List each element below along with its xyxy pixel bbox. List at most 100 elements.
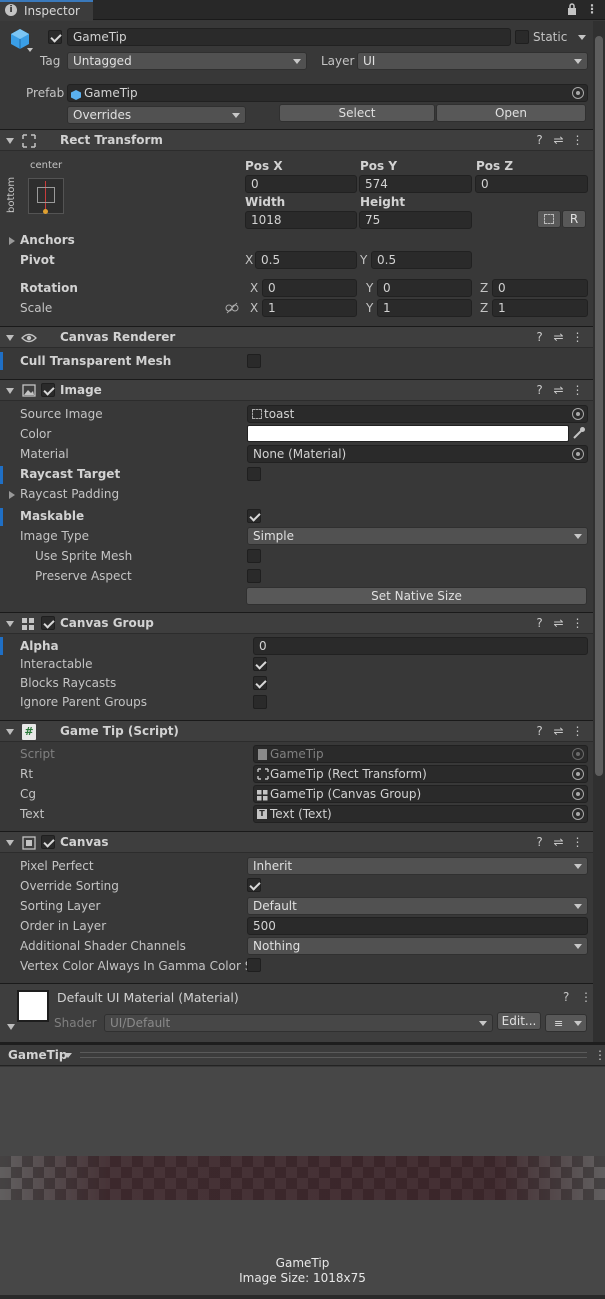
anchors-foldout-arrow[interactable] — [9, 237, 15, 245]
preserve-aspect-checkbox[interactable] — [247, 569, 261, 583]
foldout-arrow[interactable] — [6, 335, 14, 341]
material-target-icon[interactable] — [572, 448, 584, 460]
cg-target-icon[interactable] — [572, 788, 584, 800]
context-menu-icon[interactable]: ⋮ — [568, 330, 587, 344]
preset-icon[interactable]: ⇌ — [549, 330, 568, 344]
context-menu-icon[interactable]: ⋮ — [568, 616, 587, 630]
foldout-arrow[interactable] — [6, 729, 14, 735]
pos-x-field[interactable]: 0 — [245, 175, 357, 193]
foldout-arrow[interactable] — [6, 840, 14, 846]
static-dropdown-arrow[interactable] — [578, 35, 586, 40]
help-icon[interactable]: ? — [530, 330, 549, 344]
canvas-group-header[interactable]: Canvas Group ? ⇌ ⋮ — [0, 612, 593, 634]
maskable-checkbox[interactable] — [247, 509, 261, 523]
canvas-renderer-header[interactable]: Canvas Renderer ? ⇌ ⋮ — [0, 326, 593, 348]
context-menu-icon[interactable]: ⋮ — [568, 724, 587, 738]
material-foldout-arrow[interactable] — [7, 1024, 15, 1030]
canvas-header[interactable]: Canvas ? ⇌ ⋮ — [0, 831, 593, 853]
scale-y-field[interactable]: 1 — [377, 299, 472, 317]
active-checkbox[interactable] — [48, 30, 62, 44]
blocks-raycasts-checkbox[interactable] — [253, 676, 267, 690]
rt-field[interactable]: GameTip (Rect Transform) — [253, 765, 588, 783]
scale-z-field[interactable]: 1 — [492, 299, 588, 317]
select-button[interactable]: Select — [279, 104, 435, 122]
pivot-x-field[interactable]: 0.5 — [255, 251, 357, 269]
lock-icon[interactable] — [567, 3, 577, 15]
scale-x-field[interactable]: 1 — [262, 299, 357, 317]
overrides-dropdown[interactable]: Overrides — [67, 106, 246, 124]
chevron-down-icon[interactable] — [64, 1053, 72, 1058]
rotation-x-field[interactable]: 0 — [262, 279, 357, 297]
text-target-icon[interactable] — [572, 808, 584, 820]
material-field[interactable]: None (Material) — [247, 445, 588, 463]
constrain-proportions-icon[interactable] — [225, 302, 239, 314]
prefab-target-icon[interactable] — [572, 87, 584, 99]
context-menu-icon[interactable]: ⋮ — [580, 990, 592, 1004]
text-field[interactable]: T Text (Text) — [253, 805, 588, 823]
game-tip-header[interactable]: # Game Tip (Script) ? ⇌ ⋮ — [0, 720, 593, 742]
canvas-group-enabled-checkbox[interactable] — [41, 616, 55, 630]
open-button[interactable]: Open — [436, 104, 586, 122]
pos-z-field[interactable]: 0 — [475, 175, 588, 193]
pixel-perfect-dropdown[interactable]: Inherit — [247, 857, 588, 875]
blueprint-mode-button[interactable] — [537, 210, 561, 228]
anchors-label[interactable]: Anchors — [20, 233, 75, 247]
prefab-field[interactable]: GameTip — [67, 84, 588, 102]
foldout-arrow[interactable] — [6, 138, 14, 144]
tag-dropdown[interactable]: Untagged — [67, 52, 307, 70]
vertex-color-checkbox[interactable] — [247, 958, 261, 972]
context-menu-icon[interactable]: ⋮ — [568, 383, 587, 397]
height-field[interactable]: 75 — [359, 211, 472, 229]
edit-shader-button[interactable]: Edit... — [497, 1012, 541, 1030]
rt-target-icon[interactable] — [572, 768, 584, 780]
cull-transparent-checkbox[interactable] — [247, 354, 261, 368]
ignore-parent-groups-checkbox[interactable] — [253, 695, 267, 709]
foldout-arrow[interactable] — [6, 388, 14, 394]
scrollbar-thumb[interactable] — [595, 36, 603, 776]
anchor-presets-button[interactable] — [28, 178, 64, 214]
icon-dropdown-arrow[interactable] — [27, 48, 33, 52]
pivot-y-field[interactable]: 0.5 — [371, 251, 472, 269]
preview-menu-icon[interactable]: ⋮ — [594, 1048, 605, 1062]
alpha-field[interactable]: 0 — [253, 637, 588, 655]
width-field[interactable]: 1018 — [245, 211, 357, 229]
static-checkbox[interactable] — [515, 30, 529, 44]
color-swatch[interactable] — [247, 425, 569, 442]
help-icon[interactable]: ? — [563, 990, 569, 1004]
shader-options-button[interactable]: ≡ — [545, 1014, 587, 1032]
layer-dropdown[interactable]: UI — [357, 52, 588, 70]
preview-drag-handle[interactable] — [80, 1052, 587, 1058]
tab-menu-icon[interactable]: ⋮ — [586, 2, 598, 16]
tab-inspector[interactable]: i Inspector — [0, 0, 93, 21]
source-image-target-icon[interactable] — [572, 408, 584, 420]
raycast-padding-foldout-arrow[interactable] — [9, 491, 15, 499]
cg-field[interactable]: GameTip (Canvas Group) — [253, 785, 588, 803]
image-type-dropdown[interactable]: Simple — [247, 527, 588, 545]
preset-icon[interactable]: ⇌ — [549, 616, 568, 630]
context-menu-icon[interactable]: ⋮ — [568, 133, 587, 147]
help-icon[interactable]: ? — [530, 835, 549, 849]
order-in-layer-field[interactable]: 500 — [247, 917, 588, 935]
context-menu-icon[interactable]: ⋮ — [568, 835, 587, 849]
use-sprite-mesh-checkbox[interactable] — [247, 549, 261, 563]
interactable-checkbox[interactable] — [253, 657, 267, 671]
help-icon[interactable]: ? — [530, 383, 549, 397]
pos-y-field[interactable]: 574 — [359, 175, 472, 193]
help-icon[interactable]: ? — [530, 616, 549, 630]
shader-channels-dropdown[interactable]: Nothing — [247, 937, 588, 955]
preset-icon[interactable]: ⇌ — [549, 133, 568, 147]
canvas-enabled-checkbox[interactable] — [41, 835, 55, 849]
source-image-field[interactable]: toast — [247, 405, 588, 423]
rotation-y-field[interactable]: 0 — [377, 279, 472, 297]
preset-icon[interactable]: ⇌ — [549, 724, 568, 738]
raycast-padding-label[interactable]: Raycast Padding — [20, 487, 119, 501]
image-enabled-checkbox[interactable] — [41, 383, 55, 397]
preset-icon[interactable]: ⇌ — [549, 383, 568, 397]
image-header[interactable]: Image ? ⇌ ⋮ — [0, 379, 593, 401]
help-icon[interactable]: ? — [530, 724, 549, 738]
raw-edit-button[interactable]: R — [562, 210, 586, 228]
eyedropper-icon[interactable] — [572, 426, 586, 440]
preview-object-dropdown[interactable]: GameTip — [8, 1048, 67, 1062]
object-name-field[interactable]: GameTip — [67, 28, 511, 46]
preset-icon[interactable]: ⇌ — [549, 835, 568, 849]
